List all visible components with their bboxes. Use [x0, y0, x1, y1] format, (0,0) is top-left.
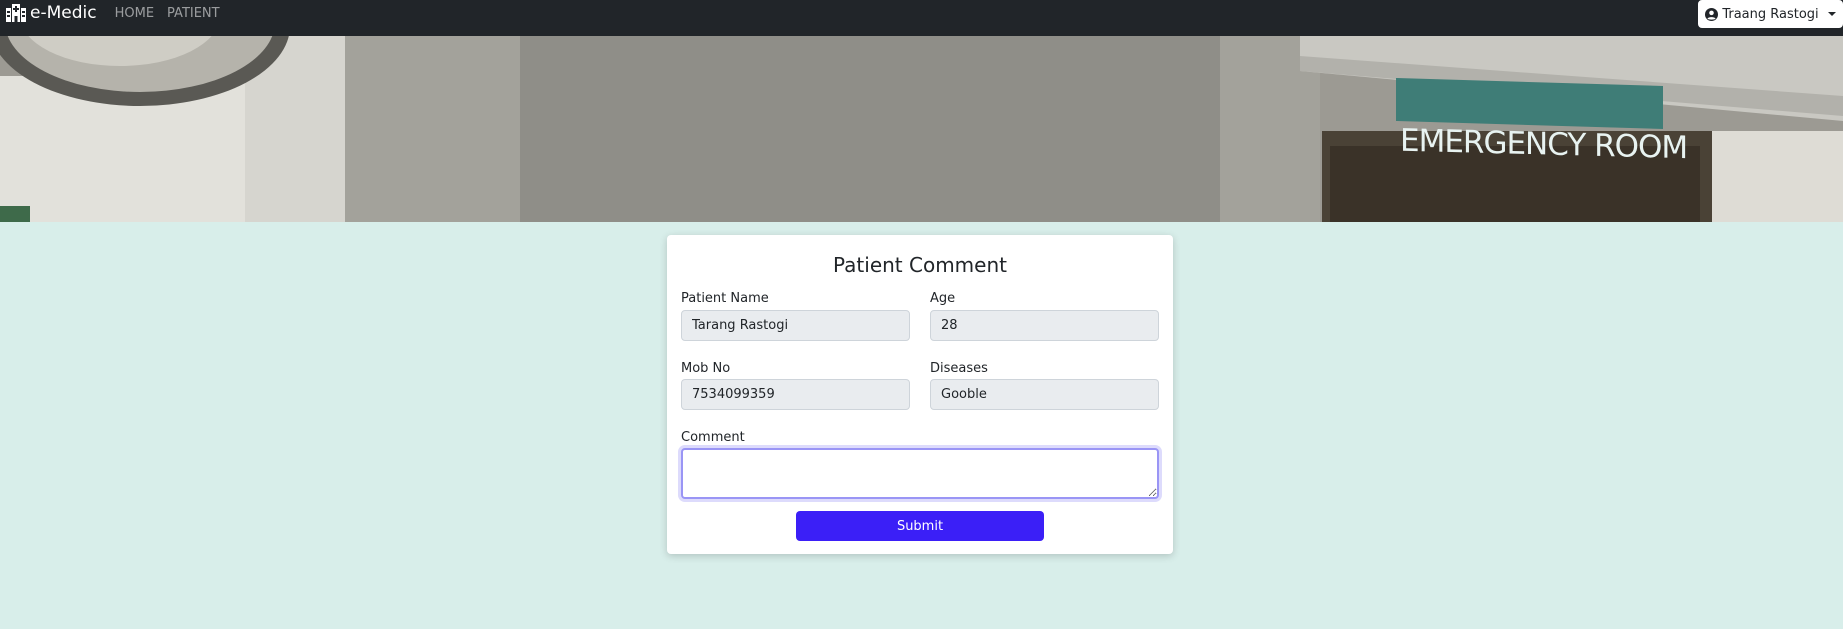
chevron-down-icon	[1827, 12, 1836, 16]
submit-button[interactable]: Submit	[796, 511, 1044, 541]
patient-name-field[interactable]	[681, 310, 910, 341]
mob-no-label: Mob No	[681, 361, 731, 376]
diseases-label: Diseases	[930, 361, 988, 376]
top-navbar: e-Medic HOME PATIENT Traang Rastogi	[0, 0, 1843, 36]
user-name: Traang Rastogi	[1722, 6, 1819, 22]
hero-image: EMERGENCY ROOM	[0, 36, 1843, 222]
age-label: Age	[930, 291, 956, 306]
brand-name: e-Medic	[30, 3, 97, 23]
patient-comment-card: Patient Comment Patient Name Age Mob No …	[667, 235, 1173, 554]
page-title: Patient Comment	[833, 253, 1007, 277]
age-field[interactable]	[930, 310, 1159, 341]
mob-no-field[interactable]	[681, 379, 910, 410]
user-circle-icon	[1705, 7, 1719, 21]
emergency-sign-text: EMERGENCY ROOM	[1400, 123, 1687, 167]
brand-link[interactable]: e-Medic	[6, 3, 97, 23]
diseases-field[interactable]	[930, 379, 1159, 410]
user-menu-dropdown[interactable]: Traang Rastogi	[1698, 0, 1843, 28]
comment-textarea[interactable]	[681, 448, 1159, 499]
patient-name-label: Patient Name	[681, 291, 769, 306]
comment-label: Comment	[681, 430, 745, 445]
hero-banner: EMERGENCY ROOM	[0, 36, 1843, 222]
nav-patient-link[interactable]: PATIENT	[167, 6, 220, 21]
hospital-icon	[6, 4, 26, 22]
nav-home-link[interactable]: HOME	[115, 6, 154, 21]
